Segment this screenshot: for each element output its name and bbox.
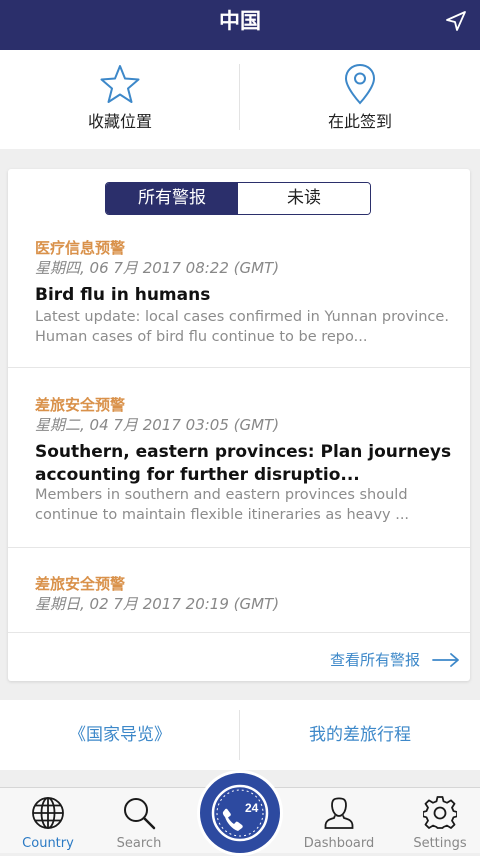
check-in-label: 在此签到 bbox=[327, 112, 392, 131]
navigation-arrow-icon[interactable] bbox=[444, 9, 468, 33]
alert-category: 差旅安全预警 bbox=[35, 575, 126, 593]
tab-dashboard-label: Dashboard bbox=[303, 836, 375, 851]
alert-description-line: continue to maintain flexible itinerarie… bbox=[35, 507, 410, 523]
favorite-location-button[interactable]: 收藏位置 bbox=[0, 50, 240, 149]
globe-icon bbox=[32, 797, 64, 829]
tab-search-label: Search bbox=[116, 836, 162, 851]
tab-settings[interactable]: Settings bbox=[392, 788, 480, 854]
quick-actions: 收藏位置 在此签到 bbox=[0, 50, 480, 149]
alert-title: Bird flu in humans bbox=[35, 285, 211, 305]
gear-icon bbox=[423, 796, 457, 829]
star-icon bbox=[100, 65, 140, 103]
alert-category: 差旅安全预警 bbox=[35, 396, 126, 414]
alert-description-line: Members in southern and eastern province… bbox=[35, 487, 408, 503]
user-icon bbox=[324, 797, 354, 829]
alerts-card: 所有警报 未读 医疗信息预警 星期四, 06 7月 2017 08:22 (GM… bbox=[8, 169, 470, 681]
badge-24-text: 24 bbox=[245, 801, 259, 815]
top-header: 中国 bbox=[0, 0, 480, 50]
alert-description-line: Latest update: local cases confirmed in … bbox=[35, 309, 449, 325]
favorite-location-label: 收藏位置 bbox=[87, 112, 152, 131]
tab-all-alerts[interactable]: 所有警报 bbox=[106, 183, 238, 214]
tab-settings-label: Settings bbox=[413, 836, 467, 851]
alert-item[interactable]: 医疗信息预警 星期四, 06 7月 2017 08:22 (GMT) Bird … bbox=[8, 227, 470, 368]
tab-dashboard[interactable]: Dashboard bbox=[291, 788, 387, 854]
alert-item[interactable]: 差旅安全预警 星期二, 04 7月 2017 03:05 (GMT) South… bbox=[8, 367, 470, 548]
location-pin-icon bbox=[344, 63, 376, 105]
alert-date: 星期四, 06 7月 2017 08:22 (GMT) bbox=[35, 259, 280, 277]
phone-24-icon: 24 bbox=[211, 784, 269, 842]
tab-search[interactable]: Search bbox=[91, 788, 187, 854]
alert-title-line: Southern, eastern provinces: Plan journe… bbox=[35, 442, 452, 462]
alert-item[interactable]: 差旅安全预警 星期日, 02 7月 2017 20:19 (GMT) bbox=[8, 547, 470, 633]
tab-country-label: Country bbox=[22, 836, 74, 851]
alert-description-line: Human cases of bird flu continue to be r… bbox=[35, 329, 368, 345]
page-title: 中国 bbox=[219, 9, 261, 33]
alert-date: 星期二, 04 7月 2017 03:05 (GMT) bbox=[35, 416, 280, 434]
tab-country[interactable]: Country bbox=[0, 788, 96, 854]
see-all-alerts-link[interactable]: 查看所有警报 bbox=[330, 648, 460, 672]
country-guide-link[interactable]: 《国家导览》 bbox=[0, 700, 240, 770]
check-in-button[interactable]: 在此签到 bbox=[240, 50, 480, 149]
alert-filter-segment: 所有警报 未读 bbox=[105, 182, 371, 215]
see-all-alerts-label: 查看所有警报 bbox=[329, 651, 420, 669]
alert-category: 医疗信息预警 bbox=[35, 239, 126, 257]
alert-title-line: accounting for further disruptio... bbox=[35, 465, 360, 485]
guide-links: 《国家导览》 我的差旅行程 bbox=[0, 700, 480, 770]
emergency-call-24-button[interactable]: 24 bbox=[197, 770, 283, 856]
search-icon bbox=[124, 798, 156, 830]
alert-date: 星期日, 02 7月 2017 20:19 (GMT) bbox=[35, 595, 280, 613]
tab-unread[interactable]: 未读 bbox=[238, 183, 370, 214]
arrow-right-icon bbox=[432, 653, 459, 667]
my-trips-link[interactable]: 我的差旅行程 bbox=[240, 700, 480, 770]
